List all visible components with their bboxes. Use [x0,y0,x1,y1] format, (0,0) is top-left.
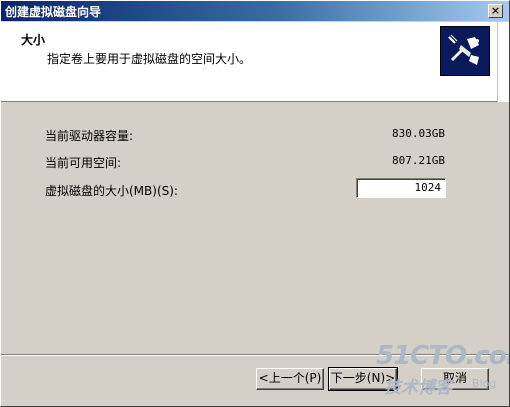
header-scroll-strip [497,22,509,102]
capacity-value: 830.03GB [392,127,445,140]
title-bar[interactable]: 创建虚拟磁盘向导 × [1,1,509,21]
back-button[interactable]: <上一个(P) [256,368,324,390]
button-separator [1,354,509,356]
wizard-header: 大小 指定卷上要用于虚拟磁盘的空间大小。 [1,22,497,102]
available-space-label: 当前可用空间: [45,156,122,170]
watermark-main: 51CTO.com [376,341,509,371]
cancel-button[interactable]: 取消 [421,368,489,390]
disk-size-label: 虚拟磁盘的大小(MB)(S): [45,184,178,198]
page-title: 大小 [21,33,46,47]
close-icon: × [490,4,501,17]
close-button[interactable]: × [488,4,503,18]
available-space-value: 807.21GB [392,154,445,167]
next-button[interactable]: 下一步(N)> [328,367,398,391]
page-subtitle: 指定卷上要用于虚拟磁盘的空间大小。 [47,52,252,66]
window-title: 创建虚拟磁盘向导 [5,4,102,19]
disk-size-input[interactable]: 1024 [356,178,446,198]
capacity-label: 当前驱动器容量: [45,129,134,143]
virtual-disk-wizard-window: 创建虚拟磁盘向导 × 大小 指定卷上要用于虚拟磁盘的空间大小。 当前驱动器容量:… [0,0,510,407]
disk-wizard-icon [440,26,490,76]
